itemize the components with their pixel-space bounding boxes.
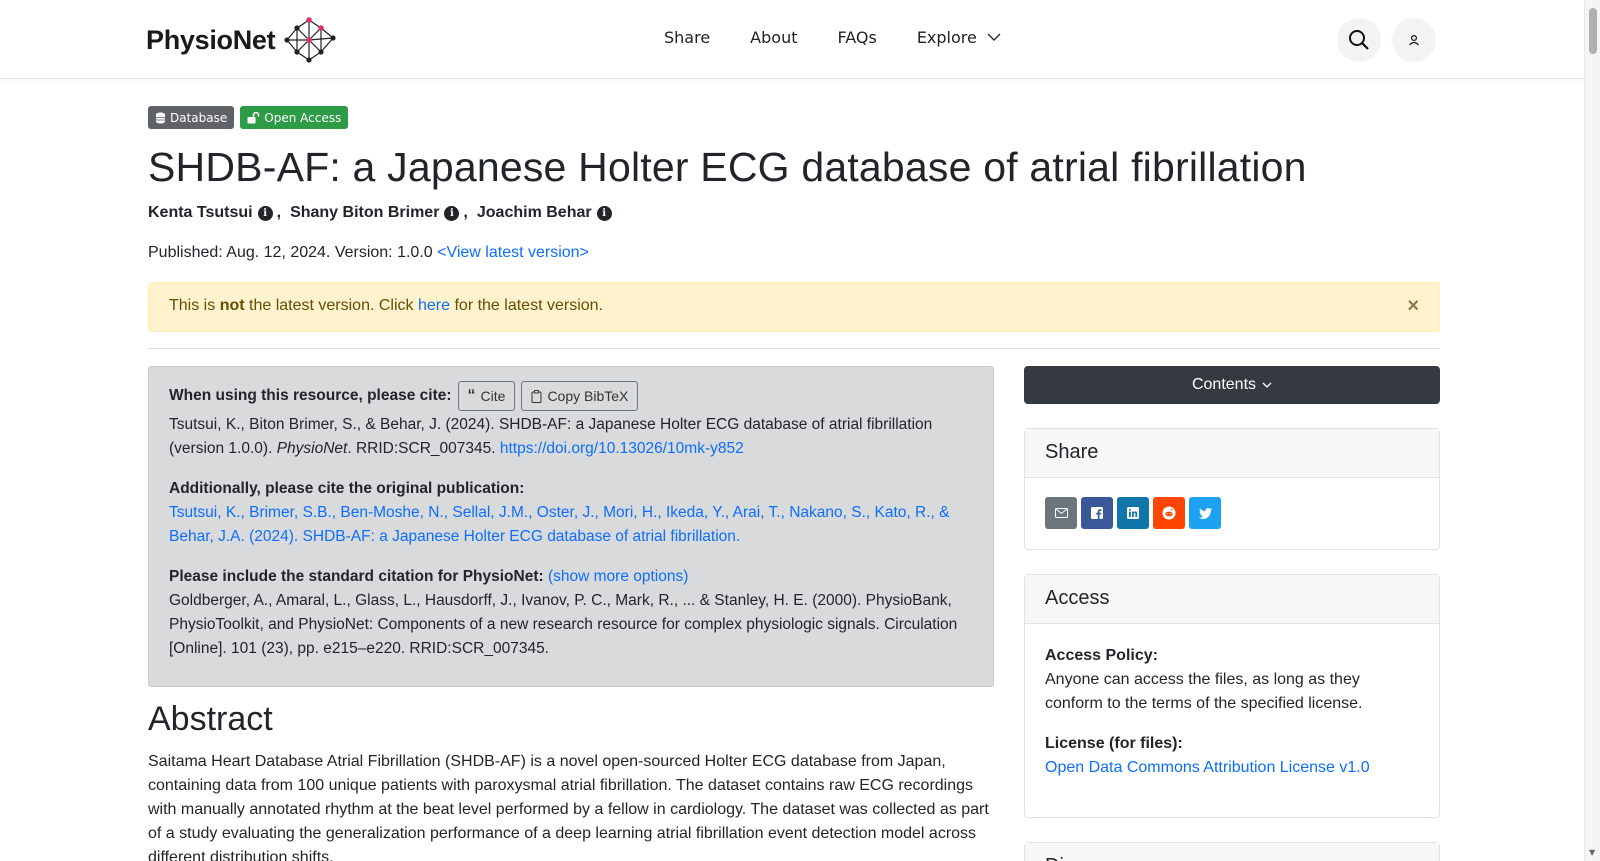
scrollbar-thumb[interactable] (1589, 8, 1597, 54)
database-icon (156, 112, 165, 123)
main-nav: Share About FAQs Explore (664, 28, 1001, 47)
author-item: Shany Biton Brimer i (290, 204, 460, 222)
envelope-icon (1054, 508, 1068, 518)
published-text: Published: Aug. 12, 2024. Version: 1.0.0 (148, 244, 433, 261)
copy-bibtex-label: Copy BibTeX (547, 388, 629, 404)
close-icon[interactable]: × (1407, 295, 1419, 318)
latest-version-link[interactable]: here (418, 297, 450, 314)
standard-citation-text: Goldberger, A., Amaral, L., Glass, L., H… (169, 592, 958, 657)
project-badges: Database Open Access (148, 106, 349, 129)
discovery-card-title: Di (1025, 843, 1439, 861)
author-list: Kenta Tsutsui i , Shany Biton Brimer i ,… (148, 204, 612, 222)
twitter-bird-icon (1198, 507, 1212, 519)
original-publication-heading: Additionally, please cite the original p… (169, 480, 525, 497)
scroll-down-arrow-icon[interactable]: ▼ (1589, 848, 1595, 857)
view-latest-version-link[interactable]: <View latest version> (437, 244, 589, 261)
version-alert: This is not the latest version. Click he… (148, 282, 1440, 332)
chevron-down-icon (987, 33, 1001, 42)
share-linkedin-button[interactable] (1117, 497, 1149, 529)
author-name: Kenta Tsutsui (148, 204, 253, 221)
user-icon (1409, 34, 1419, 46)
citation-journal: PhysioNet (276, 440, 348, 457)
share-icons-row (1025, 478, 1439, 548)
info-icon[interactable]: i (444, 205, 460, 221)
author-item: Joachim Behar i (477, 204, 612, 222)
nav-explore-label: Explore (916, 28, 977, 47)
search-icon (1349, 30, 1369, 50)
nav-about-link[interactable]: About (750, 28, 797, 47)
publication-info: Published: Aug. 12, 2024. Version: 1.0.0… (148, 244, 589, 262)
alert-suffix: for the latest version. (454, 297, 603, 314)
nav-share-link[interactable]: Share (664, 28, 710, 47)
reddit-icon (1162, 506, 1176, 520)
share-email-button[interactable] (1045, 497, 1077, 529)
citation-card: When using this resource, please cite: “… (148, 366, 994, 687)
share-twitter-button[interactable] (1189, 497, 1221, 529)
alert-emphasis: not (219, 297, 245, 314)
author-name: Shany Biton Brimer (290, 204, 440, 221)
chevron-down-icon (1262, 382, 1272, 388)
alert-prefix: This is (169, 297, 216, 314)
author-separator: , (463, 204, 468, 221)
contents-dropdown-button[interactable]: Contents (1024, 366, 1440, 404)
discovery-card: Di (1024, 842, 1440, 861)
access-card-title: Access (1025, 575, 1439, 624)
abstract-text: Saitama Heart Database Atrial Fibrillati… (148, 753, 989, 861)
database-badge-label: Database (170, 110, 228, 125)
facebook-icon (1091, 507, 1103, 519)
account-button[interactable] (1392, 18, 1436, 62)
unlock-icon (247, 111, 260, 123)
search-button[interactable] (1337, 18, 1381, 62)
copy-bibtex-button[interactable]: Copy BibTeX (521, 381, 639, 411)
share-card: Share (1024, 428, 1440, 550)
original-publication-link[interactable]: Tsutsui, K., Brimer, S.B., Ben-Moshe, N.… (169, 504, 949, 545)
top-navbar: PhysioNet Share About FAQs Explore (0, 0, 1584, 79)
page-scrollbar[interactable]: ▼ (1584, 0, 1600, 861)
citation-rrid: . RRID:SCR_007345. (347, 440, 496, 457)
share-facebook-button[interactable] (1081, 497, 1113, 529)
access-policy-label: Access Policy: (1045, 647, 1158, 664)
citation-text: Tsutsui, K., Biton Brimer, S., & Behar, … (169, 413, 973, 461)
access-policy-text: Anyone can access the files, as long as … (1045, 671, 1363, 712)
section-divider (148, 348, 1440, 349)
network-logo-icon (284, 17, 336, 63)
brand-name: PhysioNet (146, 24, 276, 55)
share-card-title: Share (1025, 429, 1439, 478)
standard-citation-heading: Please include the standard citation for… (169, 568, 544, 585)
page-title: SHDB-AF: a Japanese Holter ECG database … (148, 144, 1307, 190)
linkedin-icon (1127, 507, 1139, 519)
citation-heading: When using this resource, please cite: (169, 387, 452, 404)
share-reddit-button[interactable] (1153, 497, 1185, 529)
doi-link[interactable]: https://doi.org/10.13026/10mk-y852 (500, 440, 744, 457)
nav-explore-dropdown[interactable]: Explore (917, 28, 1001, 47)
open-access-badge: Open Access (240, 106, 349, 129)
standard-citation-block: Please include the standard citation for… (169, 565, 973, 661)
clipboard-icon (531, 389, 542, 403)
license-label: License (for files): (1045, 735, 1183, 752)
abstract-heading: Abstract (148, 700, 273, 738)
info-icon[interactable]: i (596, 205, 612, 221)
alert-middle: the latest version. Click (249, 297, 414, 314)
citation-heading-row: When using this resource, please cite: “… (169, 381, 973, 411)
cite-button[interactable]: “ Cite (457, 381, 516, 411)
open-access-badge-label: Open Access (264, 110, 342, 125)
database-badge: Database (148, 106, 235, 129)
author-name: Joachim Behar (476, 204, 592, 221)
original-publication-block: Additionally, please cite the original p… (169, 477, 973, 549)
cite-button-label: Cite (480, 388, 506, 404)
show-more-options-link[interactable]: (show more options) (548, 568, 688, 585)
contents-label: Contents (1191, 376, 1257, 393)
author-separator: , (276, 204, 282, 221)
author-item: Kenta Tsutsui i (148, 204, 273, 222)
brand-logo-link[interactable]: PhysioNet (146, 14, 339, 66)
info-icon[interactable]: i (257, 205, 273, 221)
license-link[interactable]: Open Data Commons Attribution License v1… (1045, 759, 1370, 776)
quote-icon: “ (467, 387, 476, 404)
access-card-body: Access Policy: Anyone can access the fil… (1025, 624, 1439, 800)
access-card: Access Access Policy: Anyone can access … (1024, 574, 1440, 818)
nav-faqs-link[interactable]: FAQs (837, 28, 876, 47)
